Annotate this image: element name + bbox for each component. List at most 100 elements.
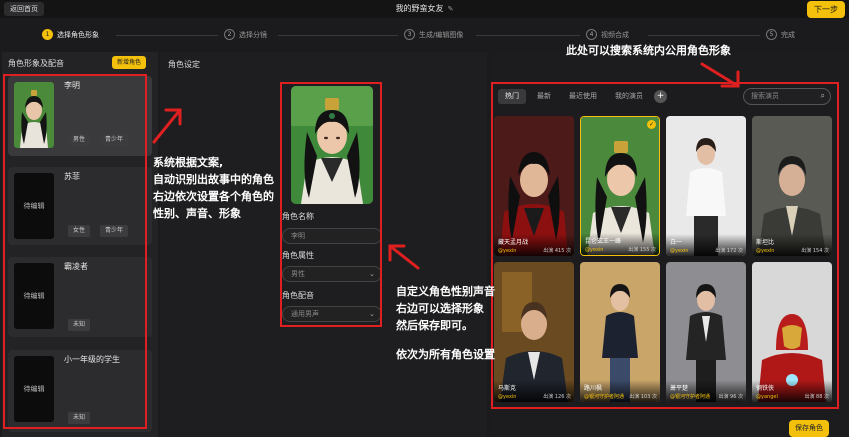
selected-value: 男性 [291,270,305,278]
selected-value: 通用男声 [291,310,319,318]
gender-tag: 男性 [68,134,91,146]
role-list-panel: 角色形象及配音 新增角色 李明 男性 青少年 待编辑 苏菲 女性 青少年 待编辑… [2,52,158,437]
role-card[interactable]: 待编辑 霸凌者 未知 [8,257,152,337]
role-card[interactable]: 待编辑 小一年级的学生 未知 [8,350,152,432]
step-divider [116,35,218,36]
step-number: 2 [224,29,235,40]
role-avatar: 待编辑 [14,173,54,239]
actor-name: 昆仑玄王一峰 [585,238,622,245]
pencil-icon[interactable]: ✎ [448,5,454,13]
actor-caption: 钢铁侠 @yangel 出演 88 次 [752,380,832,402]
add-icon[interactable]: + [654,90,667,103]
role-name: 小一年级的学生 [64,355,120,364]
actor-name: 斯坦比 [756,239,775,246]
selected-check-icon: ✓ [647,120,656,129]
actor-author: @yexin [585,247,604,253]
library-tabs: 热门 最新 最近使用 我的演员 + [498,89,667,105]
next-step-button[interactable]: 下一步 [807,1,845,18]
role-card[interactable]: 待编辑 苏菲 女性 青少年 [8,167,152,245]
actor-usage-count: 出演 96 次 [718,394,743,400]
actor-caption: 马斯克 @yexin 出演 126 次 [494,380,574,402]
actor-author: @银河守护者阿通 [584,394,625,400]
role-avatar: 待编辑 [14,356,54,422]
actor-card[interactable]: 钢铁侠 @yangel 出演 88 次 [752,262,832,402]
step-5[interactable]: 5 完成 [766,29,795,40]
actor-search-input[interactable]: 搜索演员 ⌕ [743,88,831,105]
gender-tag: 女性 [68,225,91,237]
save-role-button[interactable]: 保存角色 [789,420,829,437]
gender-tag: 未知 [68,319,91,331]
step-label: 选择分镜 [239,30,267,39]
actor-name: 藏天孟月战 [498,239,529,246]
role-name: 苏菲 [64,172,80,181]
age-tag: 青少年 [100,134,129,146]
actor-library-panel: 热门 最新 最近使用 我的演员 + 搜索演员 ⌕ 藏天孟月战 @yexin 出演… [490,52,849,437]
annotation-text: 右边可以选择形象 [396,302,484,315]
annotation-text: 自动识别出故事中的角色 [153,173,274,186]
actor-card[interactable]: 马斯克 @yexin 出演 126 次 [494,262,574,402]
annotation-text: 系统根据文案, [153,156,224,169]
actor-card[interactable]: 路川枫 @银河守护者阿通 出演 103 次 [580,262,660,402]
actor-caption: 藏天孟月战 @yexin 出演 415 次 [494,234,574,256]
role-portrait[interactable] [291,86,373,204]
search-icon[interactable]: ⌕ [821,88,825,103]
step-label: 选择角色形象 [57,30,99,39]
role-card[interactable]: 李明 男性 青少年 [8,76,152,156]
step-1[interactable]: 1 选择角色形象 [42,29,99,40]
annotation-text: 依次为所有角色设置 [396,348,495,361]
step-number: 3 [404,29,415,40]
project-title-text: 我的野蛮女友 [395,4,444,13]
actor-author: @银河守护者阿通 [670,394,711,400]
panel-title: 角色设定 [168,60,200,69]
attr-label: 角色属性 [282,251,314,260]
actor-caption: 斯坦比 @yexin 出演 154 次 [752,234,832,256]
step-divider [648,35,760,36]
tab-my-actors[interactable]: 我的演员 [608,89,650,104]
role-avatar [14,82,54,148]
annotation-text: 右边依次设置各个角色的 [153,190,274,203]
actor-name: 白一 [670,239,683,246]
chevron-down-icon: ⌄ [369,270,375,278]
role-voice-select[interactable]: 通用男声 ⌄ [282,306,382,322]
tab-recent[interactable]: 最近使用 [562,89,604,104]
tab-hot[interactable]: 热门 [498,89,526,104]
step-4[interactable]: 4 视频合成 [586,29,629,40]
step-label: 生成/编辑图像 [419,30,464,39]
actor-name: 钢铁侠 [756,385,775,392]
tab-latest[interactable]: 最新 [530,89,558,104]
actor-card[interactable]: 斯坦比 @yexin 出演 154 次 [752,116,832,256]
actor-usage-count: 出演 172 次 [715,248,743,254]
annotation-text: 此处可以搜索系统内公用角色形象 [566,44,731,57]
name-label: 角色名称 [282,212,314,221]
role-settings-panel: 角色设定 角色名称 李明 角色属性 男性 ⌄ 角色配音 通用男声 ⌄ [160,52,487,437]
actor-card[interactable]: 萧平楚 @银河守护者阿通 出演 96 次 [666,262,746,402]
step-number: 1 [42,29,53,40]
actor-card[interactable]: ✓ 昆仑玄王一峰 @yexin 出演 155 次 [580,116,660,256]
role-name: 霸凌者 [64,262,88,271]
actor-usage-count: 出演 155 次 [628,247,656,253]
actor-card[interactable]: 藏天孟月战 @yexin 出演 415 次 [494,116,574,256]
add-role-button[interactable]: 新增角色 [112,56,147,69]
step-2[interactable]: 2 选择分镜 [224,29,267,40]
top-bar: 返回首页 我的野蛮女友 ✎ 下一步 [0,0,849,18]
gender-tag: 未知 [68,412,91,424]
actor-name: 路川枫 [584,385,603,392]
voice-label: 角色配音 [282,291,314,300]
chevron-down-icon: ⌄ [369,310,375,318]
actor-caption: 昆仑玄王一峰 @yexin 出演 155 次 [581,233,659,255]
actor-caption: 萧平楚 @银河守护者阿通 出演 96 次 [666,380,746,402]
step-3[interactable]: 3 生成/编辑图像 [404,29,463,40]
annotation-text: 自定义角色性别声音 [396,285,495,298]
search-placeholder: 搜索演员 [751,92,779,100]
role-name-input[interactable]: 李明 [282,228,382,244]
actor-card[interactable]: 白一 @yexin 出演 172 次 [666,116,746,256]
actor-usage-count: 出演 88 次 [804,394,829,400]
actor-usage-count: 出演 103 次 [629,394,657,400]
role-avatar: 待编辑 [14,263,54,329]
annotation-text: 性别、声音、形象 [153,207,241,220]
actor-author: @yexin [498,248,517,254]
project-title[interactable]: 我的野蛮女友 ✎ [0,3,849,14]
step-divider [476,35,580,36]
role-attr-select[interactable]: 男性 ⌄ [282,266,382,282]
actor-caption: 路川枫 @银河守护者阿通 出演 103 次 [580,380,660,402]
